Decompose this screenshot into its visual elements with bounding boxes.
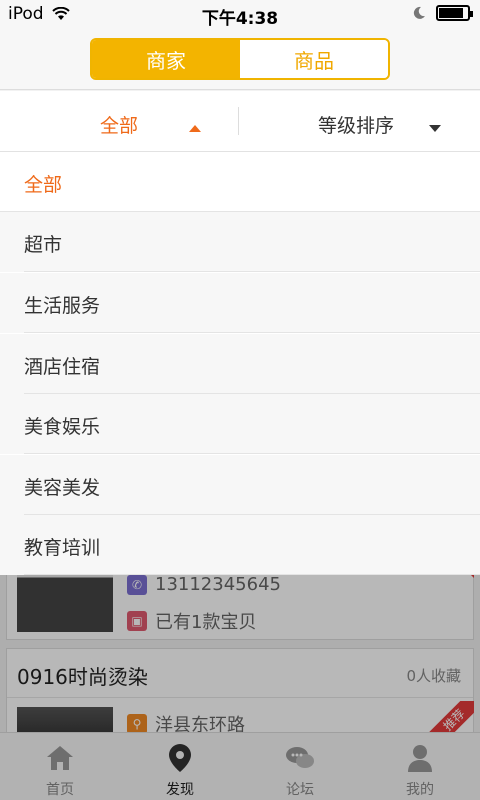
category-option-label: 美食娱乐 [24, 416, 101, 438]
filter-bar: 全部 等级排序 [0, 91, 480, 152]
segment-products[interactable]: 商品 [240, 40, 388, 78]
category-option-label: 教育培训 [24, 537, 101, 559]
caret-up-icon [189, 125, 201, 132]
category-option-label: 超市 [24, 234, 63, 256]
category-option-supermarket[interactable]: 超市 [0, 212, 480, 272]
battery-level [439, 8, 463, 18]
category-filter[interactable]: 全部 [0, 91, 238, 151]
category-dropdown: 全部 超市 生活服务 酒店住宿 美食娱乐 美容美发 教育培训 [0, 152, 480, 575]
app-screen: iPod 下午4:38 商家 商品 全部 等级排序 ✆ 13112345645 … [0, 0, 480, 800]
category-option-label: 全部 [24, 174, 63, 196]
filter-divider [238, 107, 239, 135]
sort-filter-label: 等级排序 [318, 115, 395, 137]
sort-filter[interactable]: 等级排序 [240, 91, 480, 151]
category-filter-label: 全部 [100, 115, 139, 137]
category-option-life-services[interactable]: 生活服务 [0, 273, 480, 333]
segmented-control: 商家 商品 [90, 38, 390, 80]
segment-merchants[interactable]: 商家 [92, 40, 240, 78]
status-time: 下午4:38 [201, 9, 279, 29]
category-option-label: 美容美发 [24, 477, 101, 499]
category-option-all[interactable]: 全部 [0, 152, 480, 212]
tabbar-backdrop [0, 732, 480, 800]
category-option-label: 酒店住宿 [24, 356, 101, 378]
category-option-food-entertainment[interactable]: 美食娱乐 [0, 394, 480, 454]
battery-icon [436, 5, 473, 21]
caret-down-icon [429, 125, 441, 132]
category-option-beauty-salon[interactable]: 美容美发 [0, 455, 480, 515]
status-bar: iPod 下午4:38 [0, 0, 480, 30]
category-option-label: 生活服务 [24, 295, 101, 317]
category-option-education[interactable]: 教育培训 [0, 515, 480, 575]
header: 商家 商品 [0, 30, 480, 90]
moon-icon [413, 6, 425, 19]
category-option-hotel[interactable]: 酒店住宿 [0, 334, 480, 394]
bottom-tab-bar: 首页 发现 论坛 我的 [0, 732, 480, 800]
